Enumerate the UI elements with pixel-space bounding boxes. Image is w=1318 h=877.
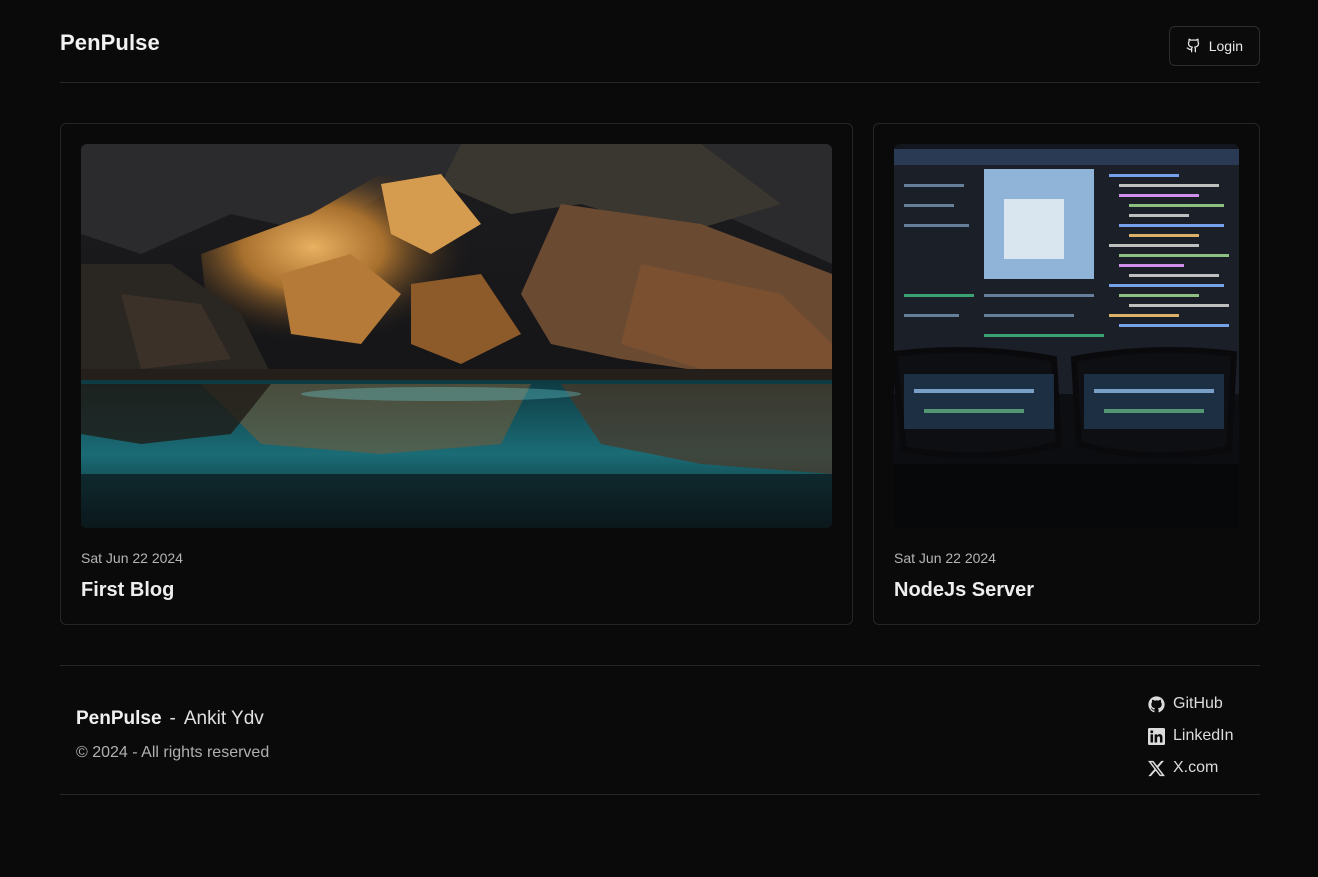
login-button[interactable]: Login xyxy=(1168,25,1260,66)
github-icon xyxy=(1186,38,1199,53)
footer-link-x[interactable]: X.com xyxy=(1148,752,1234,784)
footer-link-github[interactable]: GitHub xyxy=(1148,688,1234,720)
blog-cover-image[interactable] xyxy=(894,144,1239,528)
page: PenPulse Login Sat Jun 22 2024 First Blo… xyxy=(60,0,1260,795)
site-header: PenPulse Login xyxy=(60,0,1260,83)
footer-link-label: X.com xyxy=(1173,759,1219,776)
github-icon xyxy=(1148,695,1165,712)
blog-card[interactable]: Sat Jun 22 2024 First Blog xyxy=(60,123,853,625)
footer-info: PenPulse - Ankit Ydv © 2024 - All rights… xyxy=(76,708,269,762)
footer-brand-line: PenPulse - Ankit Ydv xyxy=(76,708,269,730)
footer-brand: PenPulse xyxy=(76,708,162,729)
site-footer: PenPulse - Ankit Ydv © 2024 - All rights… xyxy=(60,665,1260,795)
cave-lake-photo xyxy=(81,144,832,528)
blog-title[interactable]: First Blog xyxy=(81,579,832,602)
login-label: Login xyxy=(1208,37,1243,54)
footer-link-label: GitHub xyxy=(1173,695,1223,712)
linkedin-icon xyxy=(1148,727,1165,745)
brand-logo[interactable]: PenPulse xyxy=(60,30,160,56)
blog-title[interactable]: NodeJs Server xyxy=(894,579,1239,602)
x-icon xyxy=(1148,760,1165,776)
footer-link-linkedin[interactable]: LinkedIn xyxy=(1148,720,1234,752)
code-screen-glasses-photo xyxy=(894,144,1239,528)
footer-separator: - xyxy=(169,708,176,729)
footer-copyright: © 2024 - All rights reserved xyxy=(76,744,270,761)
footer-link-label: LinkedIn xyxy=(1173,727,1234,744)
blog-list: Sat Jun 22 2024 First Blog Sat Jun 22 20… xyxy=(60,123,1260,625)
blog-date: Sat Jun 22 2024 xyxy=(81,550,183,566)
blog-cover-image[interactable] xyxy=(81,144,832,528)
footer-author: Ankit Ydv xyxy=(183,708,264,729)
blog-date: Sat Jun 22 2024 xyxy=(894,550,996,566)
blog-card[interactable]: Sat Jun 22 2024 NodeJs Server xyxy=(873,123,1260,625)
footer-social-links: GitHub LinkedIn X.com xyxy=(1148,688,1234,784)
